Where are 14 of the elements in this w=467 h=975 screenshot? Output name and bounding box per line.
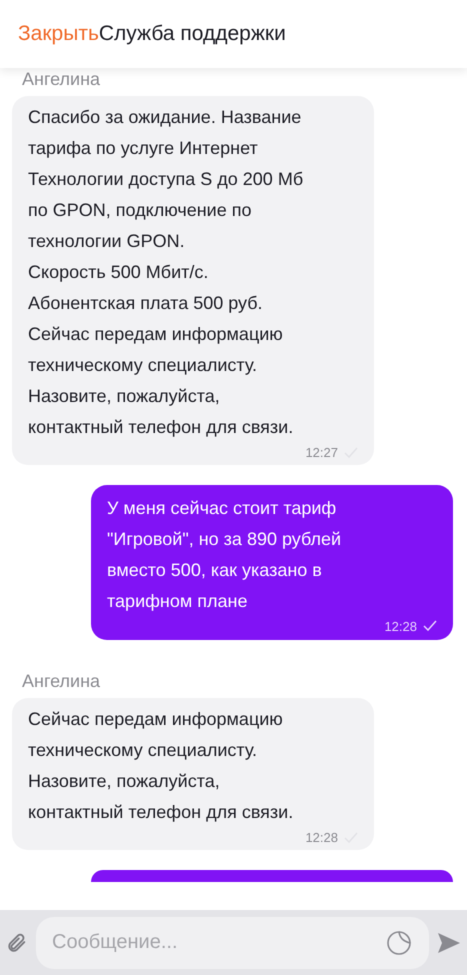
- paperclip-icon[interactable]: [6, 932, 28, 954]
- close-link[interactable]: Закрыть: [18, 18, 99, 50]
- sender-name: Ангелина: [22, 68, 102, 90]
- message-field[interactable]: Сообщение...: [36, 916, 429, 968]
- message-text: Спасибо за ожидание. Название тарифа по услуге Интернет Технологии доступа S до 200 Мб по GPON, подключение по технологии GPON. Скорость 500 Мбит/с. Абонентская плата 500 руб. Сейчас передам информацию техническому специалисту. Назовите, пожалуйста, контактный телефон для связи.: [28, 106, 304, 439]
- message-text: Сейчас передам информацию техническому специалисту. Назовите, пожалуйста, контактный телефон для связи.: [28, 708, 294, 824]
- message-time: 12:27: [305, 444, 338, 462]
- message-time: 12:28: [305, 829, 338, 847]
- sticker-icon[interactable]: [385, 928, 413, 956]
- header-title: Служба поддержки: [98, 21, 286, 48]
- message-text: У меня сейчас стоит тариф "Игровой", но за 890 рублей вместо 500, как указано в тарифном плане: [107, 496, 342, 613]
- message-time: 12:28: [384, 618, 417, 636]
- send-icon[interactable]: [437, 932, 461, 954]
- sender-name: Ангелина: [22, 670, 102, 692]
